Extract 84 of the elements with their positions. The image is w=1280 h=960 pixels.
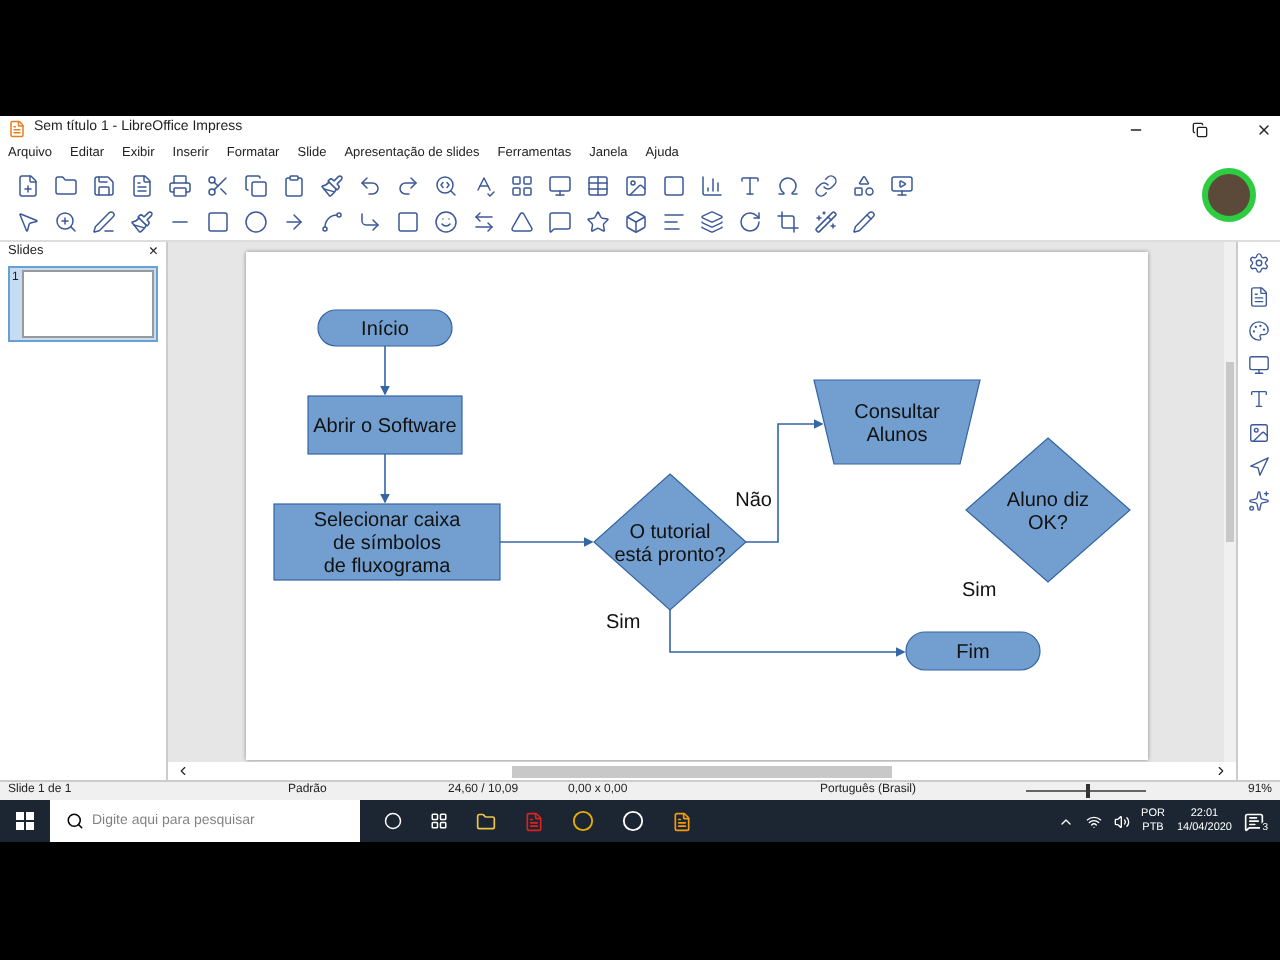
image-icon[interactable]: [1248, 422, 1270, 444]
save-icon[interactable]: [92, 173, 116, 197]
app-icon: [8, 120, 26, 138]
fill-icon[interactable]: [130, 210, 154, 234]
rectangle-icon[interactable]: [206, 210, 230, 234]
cube-icon[interactable]: [624, 210, 648, 234]
terminal-shape: Início: [316, 309, 452, 347]
wand-icon[interactable]: [814, 210, 838, 234]
volume-icon[interactable]: [1113, 813, 1130, 829]
terminal-shape: Fim: [904, 631, 1040, 671]
chart-icon[interactable]: [700, 173, 724, 197]
branch-label: Sim: [605, 612, 640, 634]
connector-arrow: [379, 345, 389, 396]
arrow-icon[interactable]: [282, 210, 306, 234]
line-color-icon[interactable]: [92, 210, 116, 234]
rotate-icon[interactable]: [738, 210, 762, 234]
triangle-icon[interactable]: [510, 210, 534, 234]
restore-icon[interactable]: [1192, 121, 1208, 137]
shapes-icon[interactable]: [852, 173, 876, 197]
network-icon[interactable]: [1085, 813, 1102, 829]
pointer-icon[interactable]: [16, 210, 40, 234]
webcam-avatar: [1202, 168, 1256, 222]
slide-preview: [22, 270, 154, 338]
vertical-scrollbar[interactable]: [1224, 242, 1236, 762]
curve-icon[interactable]: [320, 210, 344, 234]
sparkle-icon[interactable]: [1248, 490, 1270, 512]
process-box: Selecionar caixa de símbolos de fluxograma: [272, 503, 500, 581]
task-view-icon[interactable]: [430, 812, 448, 830]
connector-arrow: [379, 453, 389, 504]
text-icon[interactable]: [738, 173, 762, 197]
scroll-left-icon[interactable]: [176, 764, 190, 778]
table-icon[interactable]: [586, 173, 610, 197]
zoom-icon[interactable]: [54, 210, 78, 234]
slideshow-icon[interactable]: [890, 173, 914, 197]
double-arrow-icon[interactable]: [472, 210, 496, 234]
brush-icon[interactable]: [320, 173, 344, 197]
square-icon[interactable]: [396, 210, 420, 234]
image-icon[interactable]: [624, 173, 648, 197]
copy-icon[interactable]: [244, 173, 268, 197]
connector-icon[interactable]: [358, 210, 382, 234]
align-icon[interactable]: [662, 210, 686, 234]
document-icon[interactable]: [130, 173, 154, 197]
trapezoid-shape: Consultar Alunos: [812, 379, 980, 465]
scroll-right-icon[interactable]: [1214, 764, 1228, 778]
display-icon[interactable]: [1248, 354, 1270, 376]
pdf-icon[interactable]: [524, 811, 544, 831]
properties-icon[interactable]: [1248, 286, 1270, 308]
windows-logo-icon[interactable]: [16, 812, 34, 830]
pencil-icon[interactable]: [852, 210, 876, 234]
branch-label: Sim: [961, 580, 996, 602]
link-icon[interactable]: [814, 173, 838, 197]
print-icon[interactable]: [168, 173, 192, 197]
process-box: Abrir o Software: [306, 395, 462, 455]
cut-icon[interactable]: [206, 173, 230, 197]
close-button[interactable]: ×: [148, 244, 158, 260]
spellcheck-icon[interactable]: [472, 173, 496, 197]
close-icon[interactable]: [1256, 121, 1272, 137]
paste-icon[interactable]: [282, 173, 306, 197]
navigator-icon[interactable]: [1248, 456, 1270, 478]
crop-icon[interactable]: [776, 210, 800, 234]
search-icon[interactable]: [66, 812, 84, 830]
presentation-icon[interactable]: [672, 811, 692, 831]
display-icon[interactable]: [548, 173, 572, 197]
redo-icon[interactable]: [396, 173, 420, 197]
callout-icon[interactable]: [548, 210, 572, 234]
text-icon[interactable]: [1248, 388, 1270, 410]
ellipse-icon[interactable]: [244, 210, 268, 234]
horizontal-scrollbar[interactable]: [168, 762, 1236, 780]
new-icon[interactable]: [16, 173, 40, 197]
settings-icon[interactable]: [1248, 252, 1270, 274]
decision-diamond: Aluno diz OK?: [964, 437, 1130, 583]
folder-icon[interactable]: [54, 173, 78, 197]
frame-icon[interactable]: [662, 173, 686, 197]
branch-label: Não: [734, 490, 771, 512]
undo-icon[interactable]: [358, 173, 382, 197]
palette-icon[interactable]: [1248, 320, 1270, 342]
find-icon[interactable]: [434, 173, 458, 197]
layers-icon[interactable]: [700, 210, 724, 234]
notification-icon[interactable]: [1244, 811, 1264, 831]
star-icon[interactable]: [586, 210, 610, 234]
circle-icon[interactable]: [384, 812, 402, 830]
smiley-icon[interactable]: [434, 210, 458, 234]
omega-icon[interactable]: [776, 173, 800, 197]
grid-icon[interactable]: [510, 173, 534, 197]
